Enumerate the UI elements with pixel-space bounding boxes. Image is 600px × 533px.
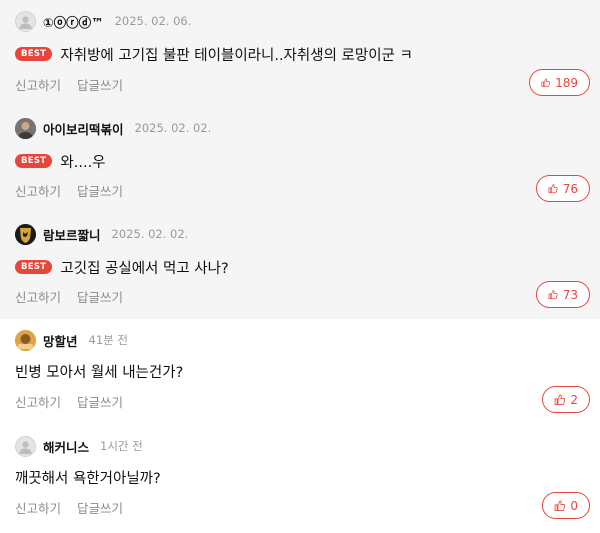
like-button[interactable]: 76 [536,175,590,202]
default-user-icon[interactable] [15,10,36,32]
comment-body: BEST 고깃집 공실에서 먹고 사나? [15,256,585,278]
comment-body: 빈병 모아서 월세 내는건가? [15,360,585,382]
thumbs-up-icon [541,78,550,87]
thumbs-up-icon [554,394,566,405]
comment-header: ①ⓞⓡⓓ™ 2025. 02. 06. [15,10,585,32]
report-button[interactable]: 신고하기 [15,290,61,305]
comment-item: ①ⓞⓡⓓ™ 2025. 02. 06. BEST 자취방에 고기집 불판 테이블… [0,0,600,107]
thumbs-up-icon [548,184,558,194]
comment-actions: 신고하기 답글쓰기 [15,498,135,517]
comment-actions: 신고하기 답글쓰기 [15,181,135,200]
like-button[interactable]: 2 [542,386,590,413]
comment-actions: 신고하기 답글쓰기 [15,392,135,411]
best-badge: BEST [15,260,53,274]
username[interactable]: 망할년 [43,331,78,350]
comment-text: 깨끗해서 욕한거아닐까? [15,470,161,487]
comment-date: 2025. 02. 06. [114,14,192,28]
comment-text: 고깃집 공실에서 먹고 사나? [60,260,229,277]
report-button[interactable]: 신고하기 [15,78,61,93]
comment-date: 2025. 02. 02. [134,121,212,135]
like-button[interactable]: 189 [529,69,590,96]
reply-button[interactable]: 답글쓰기 [77,78,123,93]
comment-body: BEST 와....우 [15,150,585,172]
username[interactable]: 아이보리떡볶이 [43,119,124,138]
thumbs-up-icon [554,500,566,511]
comment-date: 1시간 전 [100,439,143,453]
comment-header: 망할년 41분 전 [15,329,585,351]
comment-date: 2025. 02. 02. [111,227,189,241]
like-count: 2 [570,392,578,407]
like-button[interactable]: 73 [536,281,590,308]
comment-actions: 신고하기 답글쓰기 [15,287,135,306]
report-button[interactable]: 신고하기 [15,395,61,410]
comment-body: 깨끗해서 욕한거아닐까? [15,466,585,488]
profile-photo[interactable] [15,117,36,139]
comment-actions: 신고하기 답글쓰기 [15,75,135,94]
comment-text: 자취방에 고기집 불판 테이블이라니..자취생의 로망이군 ㅋ [60,47,413,64]
like-button[interactable]: 0 [542,492,590,519]
comment-text: 빈병 모아서 월세 내는건가? [15,364,184,381]
comment-item: 해커니스 1시간 전 깨끗해서 욕한거아닐까? 신고하기 답글쓰기 0 [0,425,600,533]
report-button[interactable]: 신고하기 [15,501,61,516]
comment-text: 와....우 [60,154,106,171]
reply-button[interactable]: 답글쓰기 [77,501,123,516]
comment-item: 아이보리떡볶이 2025. 02. 02. BEST 와....우 신고하기 답… [0,107,600,213]
best-badge: BEST [15,154,53,168]
comment-header: 아이보리떡볶이 2025. 02. 02. [15,117,585,139]
best-badge: BEST [15,47,53,61]
username[interactable]: 람보르짧니 [43,225,101,244]
comment-body: BEST 자취방에 고기집 불판 테이블이라니..자취생의 로망이군 ㅋ [15,43,585,65]
username[interactable]: 해커니스 [43,437,89,456]
reply-button[interactable]: 답글쓰기 [77,184,123,199]
default-user-icon[interactable] [15,435,36,457]
thumbs-up-icon [548,290,558,300]
lamborghini-logo[interactable] [15,223,36,245]
like-count: 73 [562,287,578,302]
comment-date: 41분 전 [88,333,128,347]
like-count: 0 [570,498,578,513]
comment-header: 람보르짧니 2025. 02. 02. [15,223,585,245]
profile-photo[interactable] [15,329,36,351]
like-count: 189 [555,75,578,90]
comment-item: 람보르짧니 2025. 02. 02. BEST 고깃집 공실에서 먹고 사나?… [0,213,600,319]
report-button[interactable]: 신고하기 [15,184,61,199]
reply-button[interactable]: 답글쓰기 [77,290,123,305]
comment-item: 망할년 41분 전 빈병 모아서 월세 내는건가? 신고하기 답글쓰기 2 [0,319,600,425]
like-count: 76 [562,181,578,196]
comment-header: 해커니스 1시간 전 [15,435,585,457]
username[interactable]: ①ⓞⓡⓓ™ [43,12,104,31]
reply-button[interactable]: 답글쓰기 [77,395,123,410]
